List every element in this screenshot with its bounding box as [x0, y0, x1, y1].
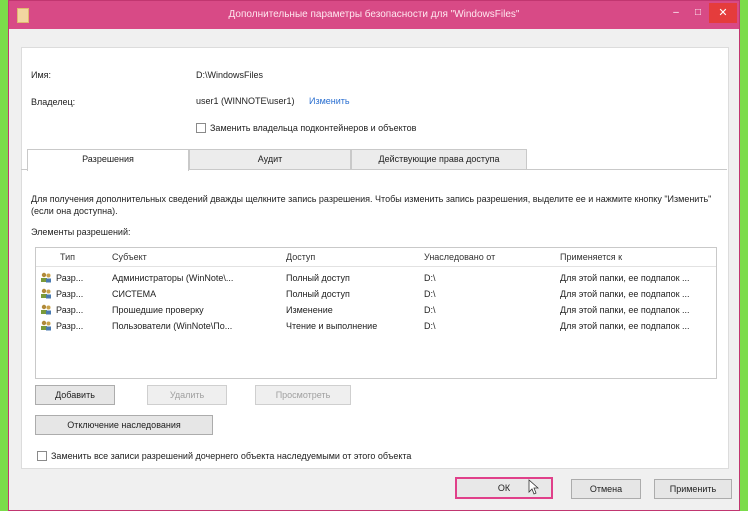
cell-principal: Администраторы (WinNote\...: [112, 273, 234, 283]
column-inherited-from[interactable]: Унаследовано от: [424, 252, 495, 262]
cell-inherited-from: D:\: [424, 289, 436, 299]
tab-audit[interactable]: Аудит: [189, 149, 351, 169]
remove-button[interactable]: Удалить: [147, 385, 227, 405]
cell-type: Разр...: [56, 321, 84, 331]
change-owner-link[interactable]: Изменить: [309, 96, 350, 106]
cell-principal: СИСТЕМА: [112, 289, 157, 299]
users-icon: [41, 288, 51, 299]
cell-applies-to: Для этой папки, ее подпапок ...: [560, 289, 690, 299]
add-button[interactable]: Добавить: [35, 385, 115, 405]
cell-principal: Пользователи (WinNote\По...: [112, 321, 233, 331]
table-row[interactable]: Разр... СИСТЕМА Полный доступ D:\ Для эт…: [36, 286, 716, 302]
minimize-button[interactable]: –: [667, 7, 685, 21]
column-access[interactable]: Доступ: [286, 252, 315, 262]
users-icon: [41, 272, 51, 283]
cell-access: Изменение: [286, 305, 333, 315]
users-icon: [41, 304, 51, 315]
cell-inherited-from: D:\: [424, 305, 436, 315]
table-row[interactable]: Разр... Администраторы (WinNote\... Полн…: [36, 270, 716, 286]
view-button[interactable]: Просмотреть: [255, 385, 351, 405]
title-bar[interactable]: Дополнительные параметры безопасности дл…: [9, 1, 739, 29]
owner-label: Владелец:: [31, 97, 76, 107]
cell-access: Чтение и выполнение: [286, 321, 378, 331]
disable-inheritance-button[interactable]: Отключение наследования: [35, 415, 213, 435]
cell-type: Разр...: [56, 273, 84, 283]
name-label: Имя:: [31, 70, 52, 80]
close-button[interactable]: ✕: [709, 3, 737, 23]
replace-child-permissions-label: Заменить все записи разрешений дочернего…: [51, 451, 412, 461]
cell-type: Разр...: [56, 289, 84, 299]
cursor-icon: [528, 479, 539, 495]
cell-principal: Прошедшие проверку: [112, 305, 204, 315]
elements-label: Элементы разрешений:: [31, 227, 131, 237]
cell-access: Полный доступ: [286, 273, 350, 283]
tab-bar: Разрешения Аудит Действующие права досту…: [27, 149, 527, 171]
security-dialog: Дополнительные параметры безопасности дл…: [8, 0, 740, 511]
cell-access: Полный доступ: [286, 289, 350, 299]
owner-value: user1 (WINNOTE\user1): [196, 96, 295, 106]
column-applies-to[interactable]: Применяется к: [560, 252, 622, 262]
table-row[interactable]: Разр... Прошедшие проверку Изменение D:\…: [36, 302, 716, 318]
cell-type: Разр...: [56, 305, 84, 315]
maximize-button[interactable]: □: [689, 7, 707, 21]
replace-owner-checkbox[interactable]: [196, 123, 206, 133]
cell-applies-to: Для этой папки, ее подпапок ...: [560, 305, 690, 315]
tab-permissions[interactable]: Разрешения: [27, 149, 189, 171]
replace-owner-label: Заменить владельца подконтейнеров и объе…: [210, 123, 417, 133]
users-icon: [41, 320, 51, 331]
name-value: D:\WindowsFiles: [196, 70, 264, 80]
column-principal[interactable]: Субъект: [112, 252, 147, 262]
column-type[interactable]: Тип: [60, 252, 75, 262]
cell-inherited-from: D:\: [424, 321, 436, 331]
cell-applies-to: Для этой папки, ее подпапок ...: [560, 273, 690, 283]
window-title: Дополнительные параметры безопасности дл…: [228, 9, 520, 20]
cell-applies-to: Для этой папки, ее подпапок ...: [560, 321, 690, 331]
description-text: Для получения дополнительных сведений дв…: [31, 194, 712, 216]
table-header: Тип Субъект Доступ Унаследовано от Приме…: [36, 248, 716, 267]
cancel-button[interactable]: Отмена: [571, 479, 641, 499]
tab-effective-access[interactable]: Действующие права доступа: [351, 149, 527, 169]
table-row[interactable]: Разр... Пользователи (WinNote\По... Чтен…: [36, 318, 716, 334]
replace-child-permissions-checkbox[interactable]: [37, 451, 47, 461]
cell-inherited-from: D:\: [424, 273, 436, 283]
apply-button[interactable]: Применить: [654, 479, 732, 499]
permissions-table[interactable]: Тип Субъект Доступ Унаследовано от Приме…: [35, 247, 717, 379]
